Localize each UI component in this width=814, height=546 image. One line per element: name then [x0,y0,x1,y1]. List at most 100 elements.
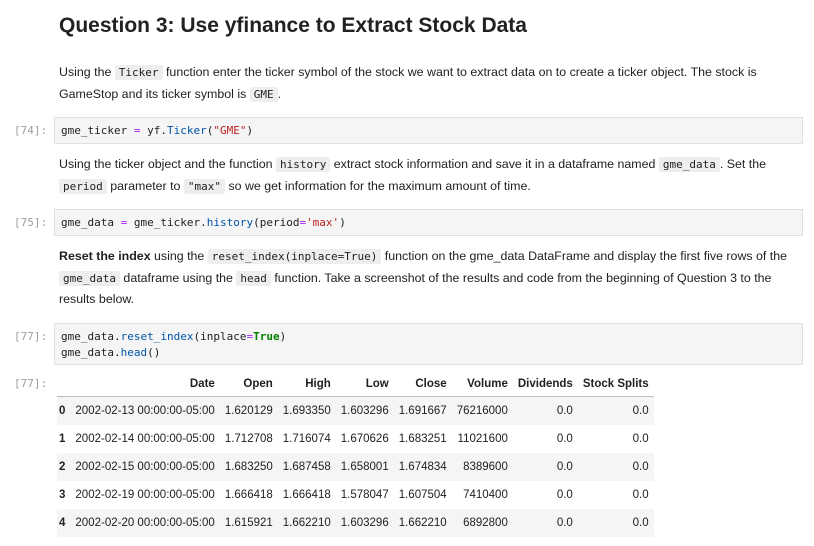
code-token: 'max' [306,216,340,229]
inline-code: gme_data [59,270,120,286]
inline-code: reset_index(inplace=True) [207,249,382,264]
cell-date: 2002-02-13 00:00:00-05:00 [75,405,215,417]
code-token: gme_data. [61,346,121,359]
code-token: history [206,216,254,229]
cell-date: 2002-02-15 00:00:00-05:00 [75,461,215,473]
md-bold-text: Reset the index [59,249,151,263]
cell-dividends: 0.0 [556,489,573,501]
cell-open: 1.620129 [224,405,273,417]
dataframe-output: Date Open High Low Close Volume Dividend… [57,372,654,537]
notebook: Question 3: Use yfinance to Extract Stoc… [0,0,814,546]
code-cell-75[interactable]: gme_data = gme_ticker.history(period='ma… [54,209,803,236]
code-token: gme_data [61,216,121,229]
cell-volume: 7410400 [463,489,508,501]
column-header-close: Close [393,372,452,397]
cell-close: 1.607504 [398,489,447,501]
column-header-index [57,372,71,397]
output-prompt: [77]: [14,377,48,390]
cell-close: 1.691667 [398,405,447,417]
cell-close: 1.674834 [398,461,447,473]
column-header-high: High [277,372,336,397]
cell-stock-splits: 0.0 [632,433,649,445]
code-token: (inplace [193,330,247,343]
md-text: . [277,86,282,101]
row-index: 0 [59,405,66,417]
table-row: 4 2002-02-20 00:00:00-05:00 1.615921 1.6… [57,509,654,537]
inline-code: "max" [183,178,226,194]
inline-code: gme_data [658,157,720,172]
column-header-date: Date [70,372,220,397]
md-text: so we get information for the maximum am… [225,178,531,193]
cell-date: 2002-02-14 00:00:00-05:00 [75,433,215,445]
md-text: parameter to [106,178,184,193]
column-header-low: Low [335,372,394,397]
md-text: Using the ticker object and the function [59,157,276,171]
cell-low: 1.603296 [340,517,389,529]
cell-volume: 76216000 [456,405,508,417]
md-text: function enter the ticker symbol of the … [59,65,757,101]
code-cell-74[interactable]: gme_ticker = yf.Ticker("GME") [54,117,803,144]
cell-volume: 8389600 [463,461,508,473]
md-text: Using the [59,65,115,79]
row-index: 1 [59,433,66,445]
code-token: (period [253,216,300,229]
cell-high: 1.662210 [282,517,331,529]
inline-code: head [236,270,271,286]
code-token: yf. [140,124,167,137]
cell-prompt: [74]: [14,124,48,137]
cell-high: 1.666418 [282,489,331,501]
cell-open: 1.666418 [224,489,273,501]
cell-open: 1.712708 [224,433,273,445]
cell-high: 1.716074 [282,433,331,445]
code-token: ) [339,216,346,229]
markdown-cell-history[interactable]: Using the ticker object and the function… [59,154,799,197]
cell-date: 2002-02-19 00:00:00-05:00 [75,489,215,501]
markdown-cell-ticker[interactable]: Using the Ticker function enter the tick… [59,62,799,105]
code-token: gme_ticker. [127,216,207,229]
md-text: function on the gme_data DataFrame and d… [381,249,788,263]
code-token: () [147,346,161,359]
cell-low: 1.603296 [340,405,389,417]
table-row: 2 2002-02-15 00:00:00-05:00 1.683250 1.6… [57,453,654,481]
cell-dividends: 0.0 [556,433,573,445]
section-heading: Question 3: Use yfinance to Extract Stoc… [59,14,527,37]
cell-prompt: [75]: [14,216,48,229]
code-token: ) [246,124,254,137]
cell-low: 1.578047 [340,489,389,501]
code-token: "GME" [213,124,247,137]
row-index: 3 [59,489,66,501]
code-token: reset_index [120,330,194,343]
cell-dividends: 0.0 [556,405,573,417]
md-text: dataframe using the [119,270,237,285]
cell-low: 1.670626 [340,433,389,445]
column-header-open: Open [219,372,278,397]
inline-code: Ticker [114,65,163,80]
cell-low: 1.658001 [340,461,389,473]
code-token: ) [279,330,287,343]
column-header-stock-splits: Stock Splits [577,372,654,397]
code-token: gme_ticker [61,124,134,137]
cell-high: 1.693350 [282,405,331,417]
cell-high: 1.687458 [282,461,331,473]
table-row: 0 2002-02-13 00:00:00-05:00 1.620129 1.6… [57,396,654,425]
cell-open: 1.683250 [224,461,273,473]
column-header-dividends: Dividends [512,372,578,397]
md-text: extract stock information and save it in… [330,157,659,171]
code-token: Ticker [166,124,207,137]
cell-prompt: [77]: [14,330,48,343]
cell-stock-splits: 0.0 [632,517,649,529]
cell-date: 2002-02-20 00:00:00-05:00 [75,517,215,529]
code-token: gme_data. [61,330,121,343]
md-text: using the [150,249,208,263]
table-header-row: Date Open High Low Close Volume Dividend… [57,372,654,397]
inline-code: GME [249,86,278,102]
cell-open: 1.615921 [224,517,273,529]
cell-dividends: 0.0 [556,517,573,529]
code-cell-77[interactable]: gme_data.reset_index(inplace=True) gme_d… [54,323,803,365]
cell-volume: 6892800 [463,517,508,529]
inline-code: period [59,178,107,194]
row-index: 4 [59,517,66,529]
markdown-cell-reset-index[interactable]: Reset the index using the reset_index(in… [59,246,799,310]
cell-close: 1.683251 [398,433,447,445]
cell-stock-splits: 0.0 [632,461,649,473]
